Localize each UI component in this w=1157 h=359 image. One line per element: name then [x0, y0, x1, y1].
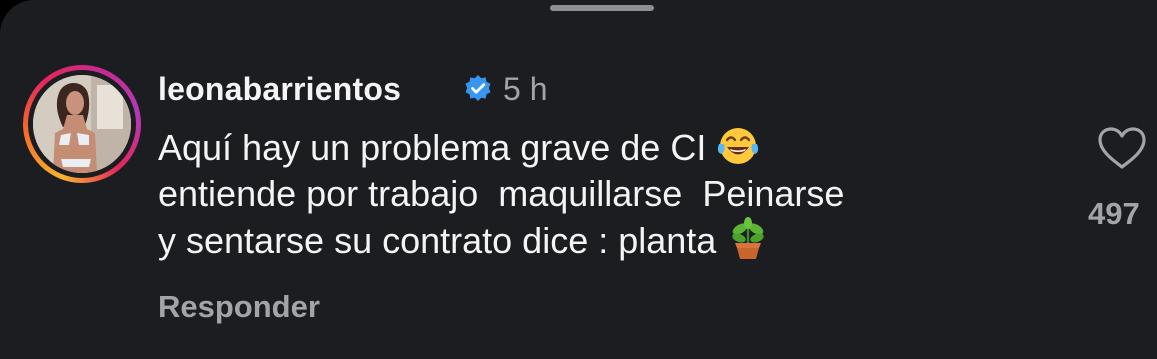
- comment-line-2: entiende por trabajo maquillarse Peinars…: [158, 173, 845, 214]
- comment-line-3-text: y sentarse su contrato dice : planta: [158, 220, 717, 261]
- like-count: 497: [1088, 196, 1140, 231]
- heart-icon[interactable]: [1097, 126, 1147, 170]
- comment-timestamp: 5 h: [503, 71, 548, 107]
- reply-button[interactable]: Responder: [158, 287, 320, 327]
- comment-line-1-text: Aquí hay un problema grave de CI: [158, 127, 707, 168]
- verified-badge-icon: [465, 75, 491, 101]
- avatar-ring-gap: [28, 70, 136, 178]
- tears-of-joy-emoji-icon: [718, 128, 759, 164]
- sheet-grab-handle[interactable]: [550, 5, 654, 11]
- avatar-story-ring[interactable]: [23, 65, 141, 183]
- comment-line-1: Aquí hay un problema grave de CI: [158, 124, 1018, 171]
- comment-sheet: leonabarrientos 5 h Aquí hay un problema…: [0, 0, 1157, 359]
- comment-text: Aquí hay un problema grave de CI entiend…: [158, 124, 1018, 264]
- potted-plant-emoji-icon: [732, 217, 765, 259]
- avatar[interactable]: [33, 75, 131, 173]
- comment-line-3: y sentarse su contrato dice : planta: [158, 217, 1018, 264]
- comment-username[interactable]: leonabarrientos: [158, 69, 401, 109]
